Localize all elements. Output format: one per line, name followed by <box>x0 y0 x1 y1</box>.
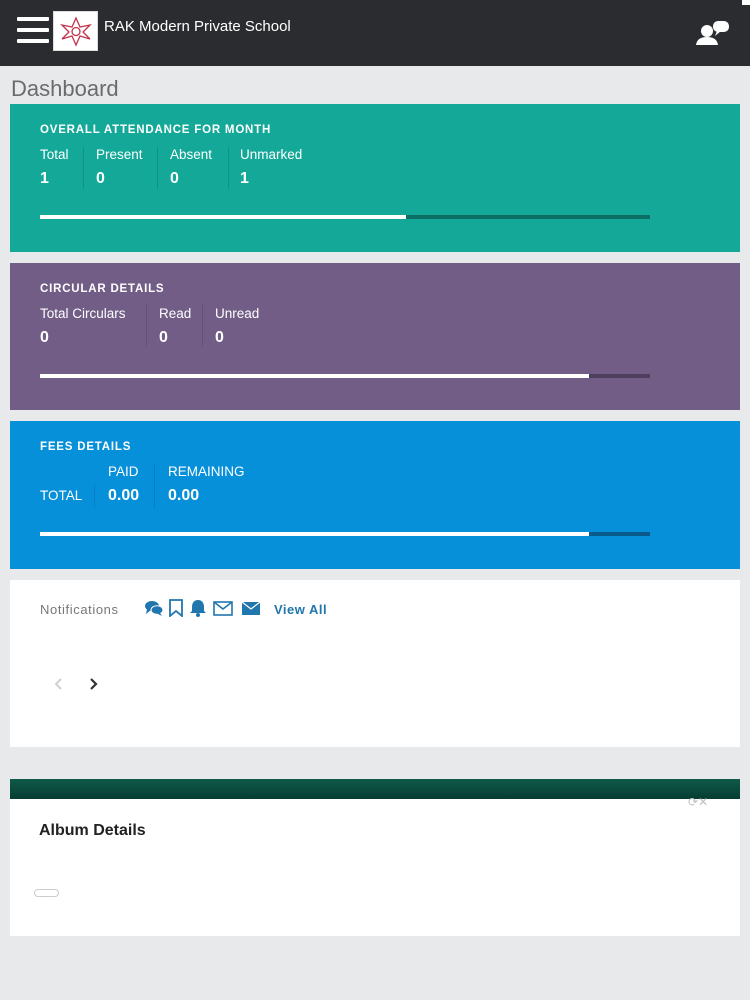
album-tools[interactable]: ⟳✕ <box>688 795 708 809</box>
circular-progress-fill <box>40 374 589 378</box>
envelope-outline-icon[interactable] <box>213 599 233 617</box>
attendance-progress-fill <box>40 215 406 219</box>
envelope-icon[interactable] <box>241 599 261 617</box>
school-logo <box>53 11 98 51</box>
divider <box>94 485 95 507</box>
divider <box>228 147 229 189</box>
circular-card[interactable]: CIRCULAR DETAILS Total Circulars 0 Read … <box>10 263 740 410</box>
circular-title: CIRCULAR DETAILS <box>40 283 165 295</box>
album-indicator[interactable] <box>34 889 59 897</box>
fees-paid: PAID 0.00 <box>108 464 140 504</box>
menu-icon[interactable] <box>17 17 49 45</box>
stat-unread: Unread 0 <box>215 306 260 346</box>
user-profile-icon[interactable] <box>695 19 733 47</box>
stat-absent: Absent 0 <box>170 147 213 187</box>
page-title: Dashboard <box>11 76 119 101</box>
album-title: Album Details <box>39 822 146 839</box>
divider <box>146 304 147 346</box>
bookmark-icon[interactable] <box>168 599 188 618</box>
bell-icon[interactable] <box>188 599 208 617</box>
comments-icon[interactable] <box>144 599 164 617</box>
stat-read: Read 0 <box>159 306 192 346</box>
close-icon[interactable]: ✕ <box>698 795 708 809</box>
fees-total-label: TOTAL <box>40 488 83 503</box>
school-name: RAK Modern Private School <box>104 18 291 35</box>
fees-progress-bar <box>40 532 650 536</box>
chevron-right-icon[interactable] <box>86 676 100 692</box>
attendance-card[interactable]: OVERALL ATTENDANCE FOR MONTH Total 1 Pre… <box>10 104 740 252</box>
top-bar: RAK Modern Private School <box>0 0 750 66</box>
notifications-panel: Notifications View All <box>10 580 740 747</box>
fees-card[interactable]: FEES DETAILS TOTAL PAID 0.00 REMAINING 0… <box>10 421 740 569</box>
stat-total: Total 1 <box>40 147 69 187</box>
stat-present: Present 0 <box>96 147 143 187</box>
refresh-icon[interactable]: ⟳ <box>688 795 698 809</box>
stat-total-circulars: Total Circulars 0 <box>40 306 126 346</box>
attendance-progress-bar <box>40 215 650 219</box>
stat-unmarked: Unmarked 1 <box>240 147 303 187</box>
notifications-label: Notifications <box>40 602 119 617</box>
divider <box>202 304 203 346</box>
album-panel: ⟳✕ Album Details <box>10 795 740 936</box>
attendance-title: OVERALL ATTENDANCE FOR MONTH <box>40 124 272 136</box>
fees-title: FEES DETAILS <box>40 441 132 453</box>
album-header-bar <box>10 779 740 799</box>
view-all-link[interactable]: View All <box>274 602 327 617</box>
chevron-left-icon[interactable] <box>52 676 66 692</box>
fees-remaining: REMAINING 0.00 <box>168 464 245 504</box>
circular-progress-bar <box>40 374 650 378</box>
divider <box>154 464 155 508</box>
fees-progress-fill <box>40 532 589 536</box>
corner-mark <box>742 0 750 5</box>
divider <box>83 147 84 189</box>
divider <box>157 147 158 189</box>
